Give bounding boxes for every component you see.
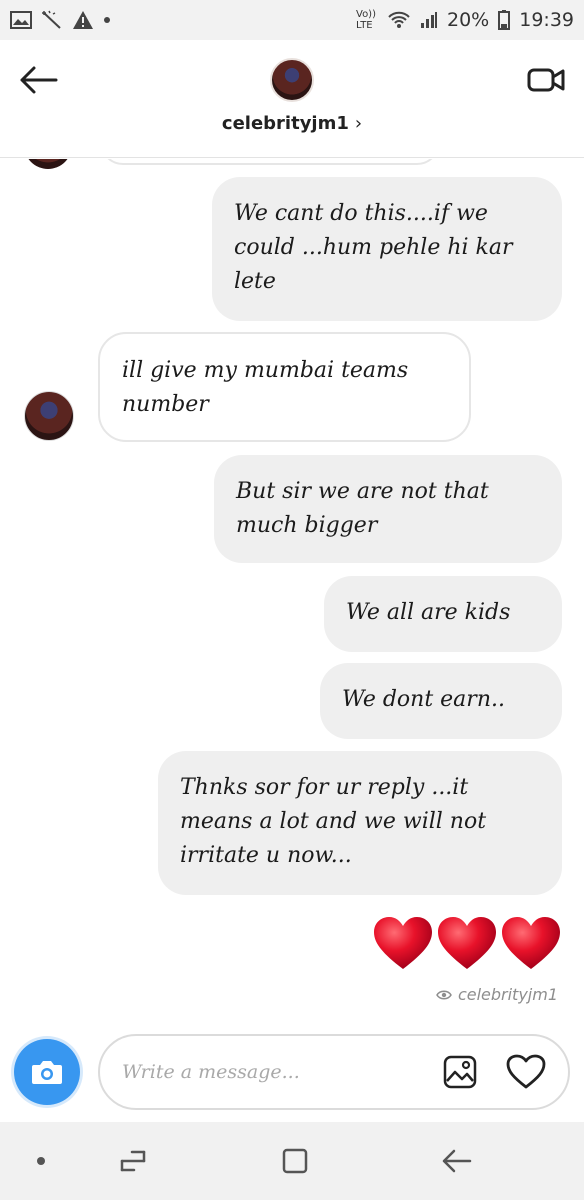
message-bubble-partial (100, 159, 440, 165)
heart-emoji-message[interactable] (372, 915, 562, 971)
message-bubble-outgoing[interactable]: Thnks sor for ur reply ...it means a lot… (158, 751, 562, 895)
message-text: Thnks sor for ur reply ...it means a lot… (180, 775, 487, 868)
sender-avatar[interactable] (24, 391, 74, 441)
like-button[interactable] (504, 1052, 548, 1092)
signal-icon (420, 11, 438, 29)
nav-dot-button[interactable] (16, 1140, 66, 1182)
camera-button[interactable] (14, 1039, 80, 1105)
status-bar: Vo)) LTE 20% 19:39 (0, 0, 584, 40)
status-right: Vo)) LTE 20% 19:39 (356, 9, 574, 31)
video-camera-icon (527, 68, 565, 92)
message-text: ill give my mumbai teams number (122, 358, 409, 417)
nav-recents-button[interactable] (108, 1140, 158, 1182)
image-icon (10, 11, 32, 29)
camera-icon (32, 1061, 62, 1084)
wifi-icon (387, 10, 411, 30)
heart-emoji (374, 917, 432, 969)
eye-icon (436, 990, 452, 999)
message-bubble-outgoing[interactable]: We dont earn.. (320, 663, 562, 739)
battery-icon (498, 10, 511, 30)
message-text: We dont earn.. (342, 687, 505, 712)
message-input-container (98, 1034, 570, 1110)
system-nav-bar (0, 1122, 584, 1200)
screen: Vo)) LTE 20% 19:39 celebrityjm1 › We can… (0, 0, 584, 1200)
message-text: But sir we are not that much bigger (236, 479, 489, 538)
dot-icon (37, 1157, 45, 1165)
status-left (10, 10, 111, 30)
back-button[interactable] (14, 60, 62, 100)
header-username-link[interactable]: celebrityjm1 › (0, 113, 584, 134)
chat-header: celebrityjm1 › (0, 40, 584, 158)
message-bubble-incoming[interactable]: ill give my mumbai teams number (98, 332, 471, 442)
heart-emoji (438, 917, 496, 969)
chevron-right-icon: › (354, 113, 363, 134)
arrow-left-icon (20, 66, 58, 94)
home-icon (282, 1148, 308, 1174)
header-username: celebrityjm1 (221, 113, 349, 134)
message-thread[interactable]: We cant do this....if we could ...hum pe… (0, 159, 584, 1029)
message-composer (0, 1030, 584, 1120)
wand-icon (41, 10, 63, 30)
message-text: We all are kids (346, 600, 511, 625)
seen-indicator: celebrityjm1 (436, 985, 558, 1004)
network-label: Vo)) LTE (356, 9, 376, 31)
heart-emoji (502, 917, 560, 969)
back-icon (442, 1149, 472, 1173)
message-bubble-outgoing[interactable]: But sir we are not that much bigger (214, 455, 562, 563)
recents-icon (120, 1150, 146, 1172)
nav-back-button[interactable] (432, 1140, 482, 1182)
video-call-button[interactable] (522, 60, 570, 100)
gallery-button[interactable] (440, 1052, 480, 1092)
heart-outline-icon (506, 1054, 546, 1089)
header-avatar[interactable] (270, 58, 314, 102)
message-input[interactable] (122, 1054, 422, 1090)
message-bubble-outgoing[interactable]: We cant do this....if we could ...hum pe… (212, 177, 562, 321)
message-text: We cant do this....if we could ...hum pe… (234, 201, 513, 294)
battery-percent: 20% (447, 9, 490, 31)
clock: 19:39 (519, 9, 574, 31)
dot-icon (103, 16, 111, 24)
seen-by-username: celebrityjm1 (457, 985, 558, 1004)
image-gallery-icon (443, 1055, 477, 1089)
warning-icon (72, 10, 94, 30)
sender-avatar-partial (24, 159, 72, 169)
message-bubble-outgoing[interactable]: We all are kids (324, 576, 562, 652)
nav-home-button[interactable] (270, 1140, 320, 1182)
